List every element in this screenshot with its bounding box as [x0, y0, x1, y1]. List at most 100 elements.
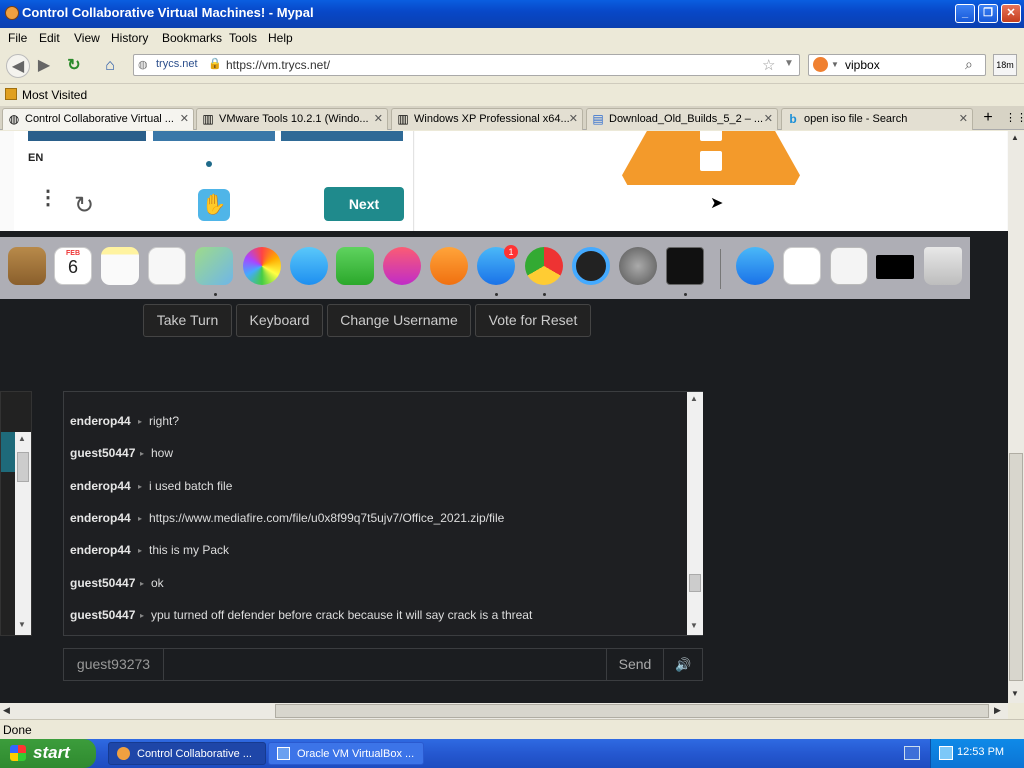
- activity-monitor-icon[interactable]: [666, 247, 704, 285]
- take-turn-button[interactable]: Take Turn: [143, 304, 232, 337]
- archive-icon: ▥: [397, 112, 409, 126]
- reminders-icon[interactable]: [148, 247, 186, 285]
- keyboard-button[interactable]: Keyboard: [236, 304, 323, 337]
- language-label[interactable]: EN: [28, 152, 43, 164]
- menu-view[interactable]: View: [74, 31, 100, 45]
- chat-input[interactable]: [165, 649, 606, 680]
- notes-icon[interactable]: [101, 247, 139, 285]
- vote-for-reset-button[interactable]: Vote for Reset: [475, 304, 591, 337]
- menu-history[interactable]: History: [111, 31, 148, 45]
- new-tab-icon[interactable]: +: [977, 109, 999, 129]
- search-icon[interactable]: ⌕: [965, 56, 973, 73]
- reload-icon[interactable]: ↻: [62, 54, 86, 78]
- chrome-icon[interactable]: [525, 247, 563, 285]
- scroll-down-icon[interactable]: ▼: [1011, 689, 1019, 698]
- close-tab-icon[interactable]: ✕: [180, 112, 189, 125]
- menu-bookmarks[interactable]: Bookmarks: [162, 31, 222, 45]
- scroll-up-icon[interactable]: ▲: [1011, 133, 1019, 142]
- address-bar[interactable]: trycs.net ◍ 🔒 https://vm.trycs.net/ ☆ ▼: [133, 54, 800, 76]
- system-preferences-icon[interactable]: [619, 247, 657, 285]
- maps-icon[interactable]: [195, 247, 233, 285]
- menu-file[interactable]: File: [8, 31, 27, 45]
- archive-icon: ▥: [202, 112, 214, 126]
- scroll-up-icon[interactable]: ▲: [18, 434, 26, 443]
- lock-icon: 🔒: [208, 58, 222, 70]
- scroll-up-icon[interactable]: ▲: [690, 394, 698, 403]
- scroll-thumb[interactable]: [689, 574, 701, 592]
- minimize-button[interactable]: _: [955, 4, 975, 23]
- search-engine-icon[interactable]: [813, 57, 828, 72]
- books-icon[interactable]: [430, 247, 468, 285]
- scroll-thumb[interactable]: [275, 704, 989, 718]
- task-virtualbox[interactable]: Oracle VM VirtualBox ...: [268, 742, 424, 765]
- tab-download-old-builds[interactable]: ▤ Download_Old_Builds_5_2 – ... ✕: [586, 108, 778, 130]
- tab-control-collaborative[interactable]: ◍ Control Collaborative Virtual ... ✕: [2, 108, 194, 130]
- menu-tools[interactable]: Tools: [229, 31, 257, 45]
- network-icon[interactable]: [939, 746, 953, 760]
- tab-windows-xp[interactable]: ▥ Windows XP Professional x64... ✕: [391, 108, 583, 130]
- most-visited-link[interactable]: Most Visited: [22, 88, 87, 102]
- messages-icon[interactable]: [290, 247, 328, 285]
- scroll-right-icon[interactable]: ▶: [994, 705, 1001, 716]
- send-button[interactable]: Send: [606, 649, 664, 680]
- chat-scrollbar[interactable]: ▲ ▼: [687, 392, 703, 635]
- bing-icon: b: [789, 112, 797, 126]
- page-vertical-scrollbar[interactable]: ▲ ▼: [1008, 131, 1024, 703]
- tab-vmware-tools[interactable]: ▥ VMware Tools 10.2.1 (Windo... ✕: [196, 108, 388, 130]
- close-tab-icon[interactable]: ✕: [374, 112, 383, 125]
- quicktime-icon[interactable]: [572, 247, 610, 285]
- close-button[interactable]: ✕: [1001, 4, 1021, 23]
- speaker-icon[interactable]: 🔊: [665, 649, 702, 680]
- menu-edit[interactable]: Edit: [39, 31, 60, 45]
- menu-help[interactable]: Help: [268, 31, 293, 45]
- users-scrollbar[interactable]: ▲ ▼: [15, 432, 31, 635]
- engine-dropdown-icon[interactable]: ▼: [831, 60, 839, 69]
- page-horizontal-scrollbar[interactable]: ◀ ▶: [0, 703, 1008, 719]
- downloads-stack-icon[interactable]: [830, 247, 868, 285]
- forward-icon[interactable]: ▶: [32, 54, 56, 78]
- clock[interactable]: 12:53 PM: [957, 746, 1004, 758]
- calendar-icon[interactable]: FEB 6: [54, 247, 92, 285]
- app-store-folder-icon[interactable]: [736, 247, 774, 285]
- bookmark-star-icon[interactable]: ☆: [762, 56, 775, 74]
- close-tab-icon[interactable]: ✕: [569, 112, 578, 125]
- scroll-thumb[interactable]: [1009, 453, 1023, 681]
- task-browser[interactable]: Control Collaborative ...: [108, 742, 266, 765]
- scroll-thumb[interactable]: [17, 452, 29, 482]
- url-text[interactable]: https://vm.trycs.net/: [226, 58, 330, 72]
- window-thumbnail-icon[interactable]: [876, 255, 914, 279]
- document-icon[interactable]: [783, 247, 821, 285]
- close-tab-icon[interactable]: ✕: [764, 112, 773, 125]
- chat-link[interactable]: https://www.mediafire.com/file/u0x8f99q7…: [149, 511, 504, 525]
- scroll-down-icon[interactable]: ▼: [18, 620, 26, 629]
- facetime-icon[interactable]: [336, 247, 374, 285]
- vm-screen-top[interactable]: ⋮ ↻ ✋ EN Next ➤: [0, 131, 1008, 231]
- search-input[interactable]: vipbox: [845, 58, 880, 72]
- tab-open-iso-search[interactable]: b open iso file - Search ✕: [781, 108, 973, 130]
- username-display[interactable]: guest93273: [64, 649, 164, 680]
- scroll-left-icon[interactable]: ◀: [3, 705, 10, 716]
- chat-message: guest50447 ▸ ok: [64, 576, 684, 596]
- carousel-dot[interactable]: [206, 161, 212, 167]
- trash-icon[interactable]: [924, 247, 962, 285]
- change-username-button[interactable]: Change Username: [327, 304, 471, 337]
- start-button[interactable]: start: [0, 739, 96, 768]
- next-button[interactable]: Next: [324, 187, 404, 221]
- search-box[interactable]: ▼ vipbox ⌕: [808, 54, 986, 76]
- dropdown-arrow-icon[interactable]: ▼: [784, 58, 794, 69]
- home-icon[interactable]: ⌂: [98, 54, 122, 78]
- scroll-down-icon[interactable]: ▼: [690, 621, 698, 630]
- close-tab-icon[interactable]: ✕: [959, 112, 968, 125]
- photos-icon[interactable]: [243, 247, 281, 285]
- more-options-icon[interactable]: ⋮: [38, 188, 58, 208]
- tab-label: Control Collaborative Virtual ...: [25, 113, 174, 125]
- wave-hand-icon[interactable]: ✋: [198, 189, 230, 221]
- keyboard-icon[interactable]: [904, 746, 920, 760]
- maximize-button[interactable]: ❐: [978, 4, 998, 23]
- addon-button[interactable]: 18m: [993, 54, 1017, 76]
- refresh-icon[interactable]: ↻: [74, 191, 94, 220]
- back-icon[interactable]: ◀: [6, 54, 30, 78]
- music-icon[interactable]: [383, 247, 421, 285]
- contacts-icon[interactable]: [8, 247, 46, 285]
- tab-list-icon[interactable]: ⋮⋮: [1005, 111, 1024, 124]
